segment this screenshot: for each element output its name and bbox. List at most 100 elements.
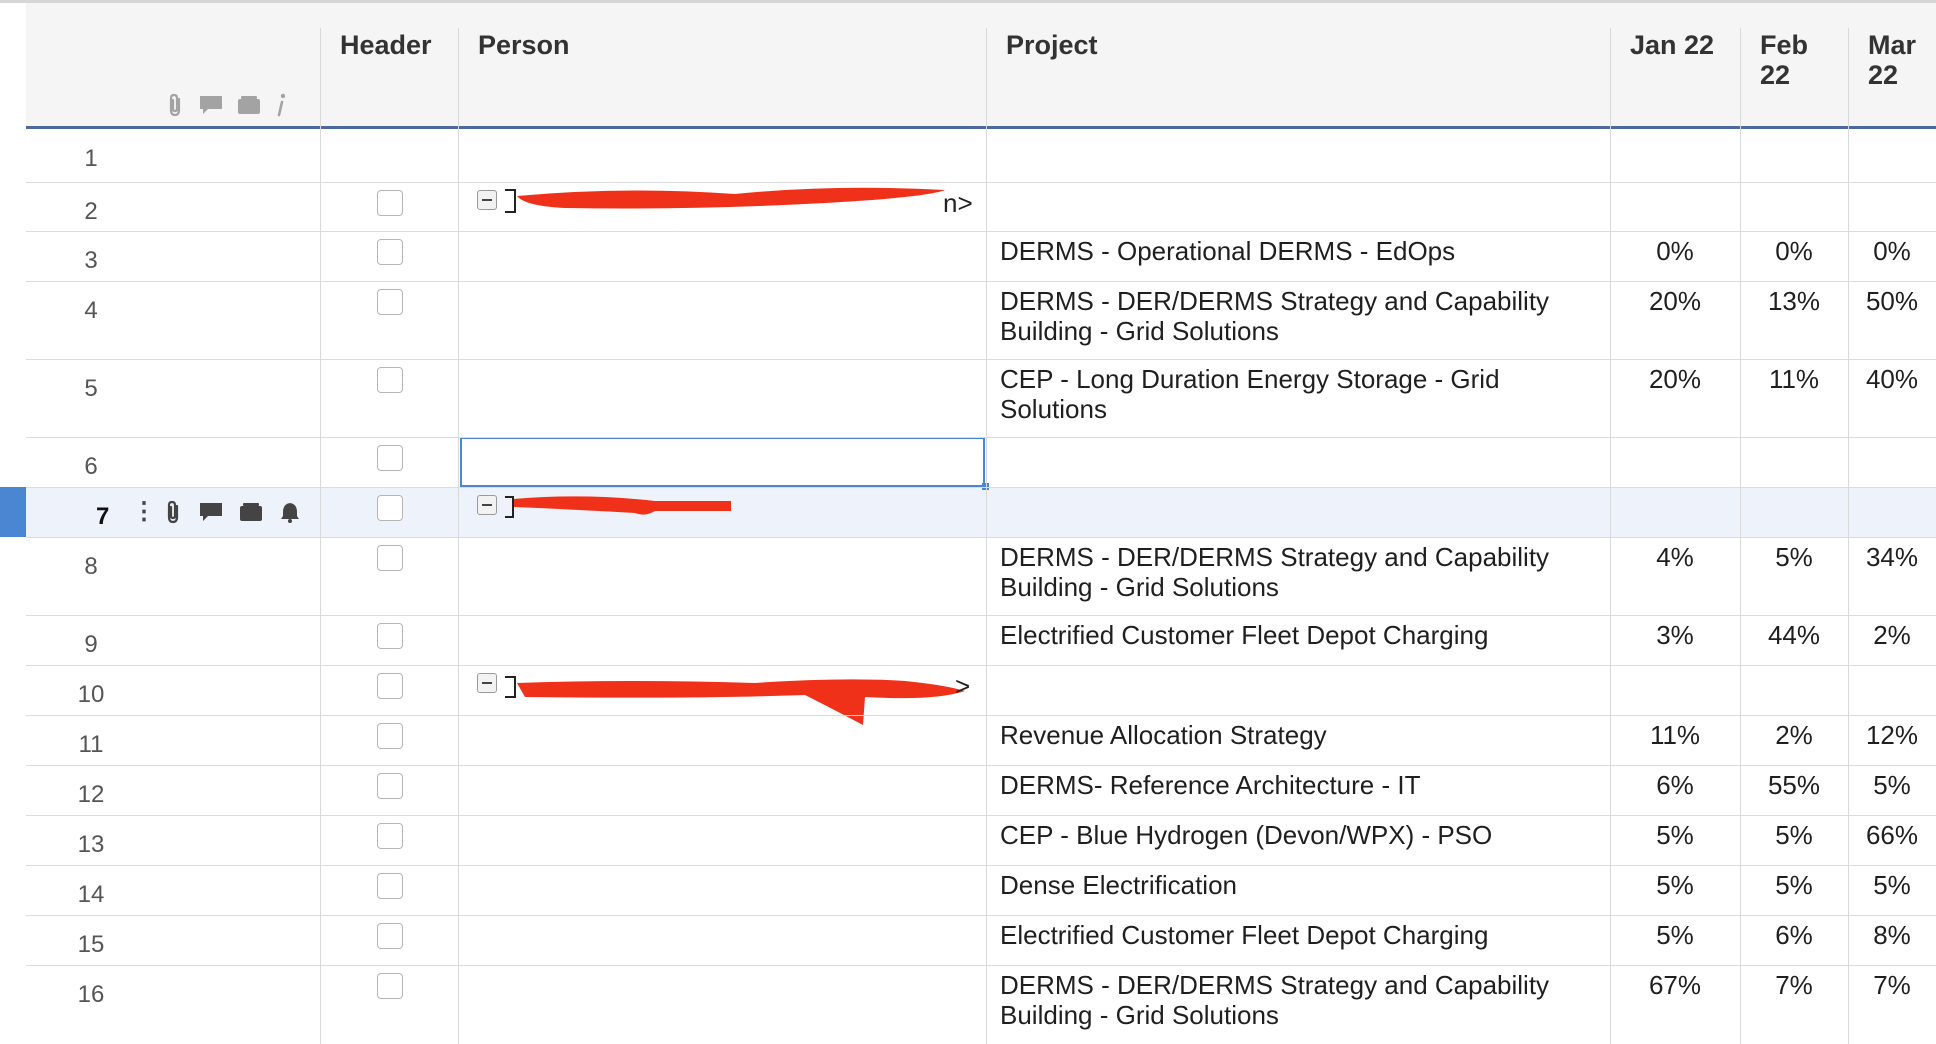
column-divider: [1610, 28, 1611, 1044]
header-checkbox[interactable]: [377, 673, 403, 699]
allocation-cell-mar[interactable]: 7%: [1848, 970, 1936, 1001]
project-cell[interactable]: DERMS- Reference Architecture - IT: [1000, 770, 1600, 800]
allocation-cell-feb[interactable]: 7%: [1740, 970, 1848, 1001]
allocation-cell-jan[interactable]: 5%: [1610, 870, 1740, 901]
allocation-cell-jan[interactable]: 6%: [1610, 770, 1740, 801]
row-menu-icon[interactable]: ⋮: [132, 497, 156, 526]
allocation-cell-jan[interactable]: 5%: [1610, 920, 1740, 951]
project-cell[interactable]: Revenue Allocation Strategy: [1000, 720, 1600, 750]
row-number[interactable]: 1: [26, 145, 156, 173]
row-number[interactable]: 5: [26, 375, 156, 403]
header-checkbox[interactable]: [377, 973, 403, 999]
row-number[interactable]: 6: [26, 453, 156, 481]
allocation-cell-mar[interactable]: 40%: [1848, 364, 1936, 395]
allocation-cell-feb[interactable]: 11%: [1740, 364, 1848, 395]
card-icon[interactable]: [238, 501, 264, 523]
bell-icon[interactable]: [278, 500, 302, 524]
project-cell[interactable]: CEP - Long Duration Energy Storage - Gri…: [1000, 364, 1600, 424]
project-cell[interactable]: DERMS - Operational DERMS - EdOps: [1000, 236, 1600, 266]
collapse-toggle-icon[interactable]: [477, 495, 497, 515]
header-checkbox[interactable]: [377, 289, 403, 315]
header-checkbox[interactable]: [377, 823, 403, 849]
allocation-cell-jan[interactable]: 4%: [1610, 542, 1740, 573]
header-checkbox[interactable]: [377, 623, 403, 649]
allocation-cell-jan[interactable]: 5%: [1610, 820, 1740, 851]
column-header-feb-22[interactable]: Feb 22: [1760, 30, 1840, 90]
allocation-cell-feb[interactable]: 44%: [1740, 620, 1848, 651]
selected-cell[interactable]: [460, 437, 985, 487]
header-checkbox[interactable]: [377, 923, 403, 949]
row-number[interactable]: 3: [26, 247, 156, 275]
project-cell[interactable]: Electrified Customer Fleet Depot Chargin…: [1000, 620, 1600, 650]
row-number[interactable]: 13: [26, 831, 156, 859]
allocation-cell-jan[interactable]: 3%: [1610, 620, 1740, 651]
comment-icon[interactable]: [198, 500, 224, 524]
allocation-cell-jan[interactable]: 0%: [1610, 236, 1740, 267]
redacted-person-name[interactable]: [505, 665, 965, 750]
column-header-project[interactable]: Project: [1006, 30, 1098, 60]
row-number[interactable]: 10: [26, 681, 156, 709]
allocation-cell-mar[interactable]: 34%: [1848, 542, 1936, 573]
header-checkbox[interactable]: [377, 190, 403, 216]
allocation-cell-mar[interactable]: 50%: [1848, 286, 1936, 317]
allocation-cell-feb[interactable]: 13%: [1740, 286, 1848, 317]
allocation-cell-mar[interactable]: 5%: [1848, 870, 1936, 901]
comment-icon[interactable]: [198, 93, 224, 117]
row-number[interactable]: 9: [26, 631, 156, 659]
project-cell[interactable]: DERMS - DER/DERMS Strategy and Capabilit…: [1000, 286, 1600, 346]
paperclip-icon[interactable]: [164, 92, 186, 118]
row-number[interactable]: 11: [26, 731, 156, 759]
collapse-toggle-icon[interactable]: [477, 673, 497, 693]
allocation-cell-jan[interactable]: 11%: [1610, 720, 1740, 751]
allocation-cell-mar[interactable]: 66%: [1848, 820, 1936, 851]
allocation-cell-feb[interactable]: 55%: [1740, 770, 1848, 801]
allocation-cell-mar[interactable]: 0%: [1848, 236, 1936, 267]
paperclip-icon[interactable]: [162, 499, 184, 525]
row-number[interactable]: 16: [26, 981, 156, 1009]
header-checkbox[interactable]: [377, 545, 403, 571]
column-header-mar-22[interactable]: Mar 22: [1868, 30, 1936, 90]
header-checkbox[interactable]: [377, 367, 403, 393]
allocation-cell-feb[interactable]: 5%: [1740, 870, 1848, 901]
header-checkbox[interactable]: [377, 495, 403, 521]
project-cell[interactable]: CEP - Blue Hydrogen (Devon/WPX) - PSO: [1000, 820, 1600, 850]
row-number[interactable]: 4: [26, 297, 156, 325]
allocation-cell-jan[interactable]: 20%: [1610, 364, 1740, 395]
info-icon[interactable]: [274, 92, 288, 118]
column-header-jan-22[interactable]: Jan 22: [1630, 30, 1714, 60]
allocation-cell-feb[interactable]: 5%: [1740, 820, 1848, 851]
row-number[interactable]: 14: [26, 881, 156, 909]
project-cell[interactable]: Dense Electrification: [1000, 870, 1600, 900]
allocation-cell-mar[interactable]: 12%: [1848, 720, 1936, 751]
row-number[interactable]: 7: [96, 503, 116, 531]
allocation-cell-feb[interactable]: 0%: [1740, 236, 1848, 267]
allocation-cell-feb[interactable]: 6%: [1740, 920, 1848, 951]
allocation-cell-jan[interactable]: 67%: [1610, 970, 1740, 1001]
row-number[interactable]: 12: [26, 781, 156, 809]
column-header-person[interactable]: Person: [478, 30, 570, 60]
allocation-cell-jan[interactable]: 20%: [1610, 286, 1740, 317]
allocation-cell-feb[interactable]: 2%: [1740, 720, 1848, 751]
collapse-toggle-icon[interactable]: [477, 190, 497, 210]
project-cell[interactable]: DERMS - DER/DERMS Strategy and Capabilit…: [1000, 542, 1600, 602]
allocation-cell-mar[interactable]: 5%: [1848, 770, 1936, 801]
row-divider: [26, 537, 1936, 538]
column-header-header[interactable]: Header: [340, 30, 432, 60]
allocation-cell-mar[interactable]: 2%: [1848, 620, 1936, 651]
header-divider: [26, 126, 1936, 129]
header-checkbox[interactable]: [377, 239, 403, 265]
allocation-cell-mar[interactable]: 8%: [1848, 920, 1936, 951]
redacted-person-name[interactable]: [505, 182, 965, 227]
row-number[interactable]: 8: [26, 553, 156, 581]
header-checkbox[interactable]: [377, 773, 403, 799]
row-number[interactable]: 2: [26, 198, 156, 226]
redacted-person-name[interactable]: [505, 487, 745, 532]
row-number[interactable]: 15: [26, 931, 156, 959]
header-checkbox[interactable]: [377, 723, 403, 749]
allocation-cell-feb[interactable]: 5%: [1740, 542, 1848, 573]
card-icon[interactable]: [236, 94, 262, 116]
header-checkbox[interactable]: [377, 873, 403, 899]
project-cell[interactable]: Electrified Customer Fleet Depot Chargin…: [1000, 920, 1600, 950]
project-cell[interactable]: DERMS - DER/DERMS Strategy and Capabilit…: [1000, 970, 1600, 1030]
header-checkbox[interactable]: [377, 445, 403, 471]
